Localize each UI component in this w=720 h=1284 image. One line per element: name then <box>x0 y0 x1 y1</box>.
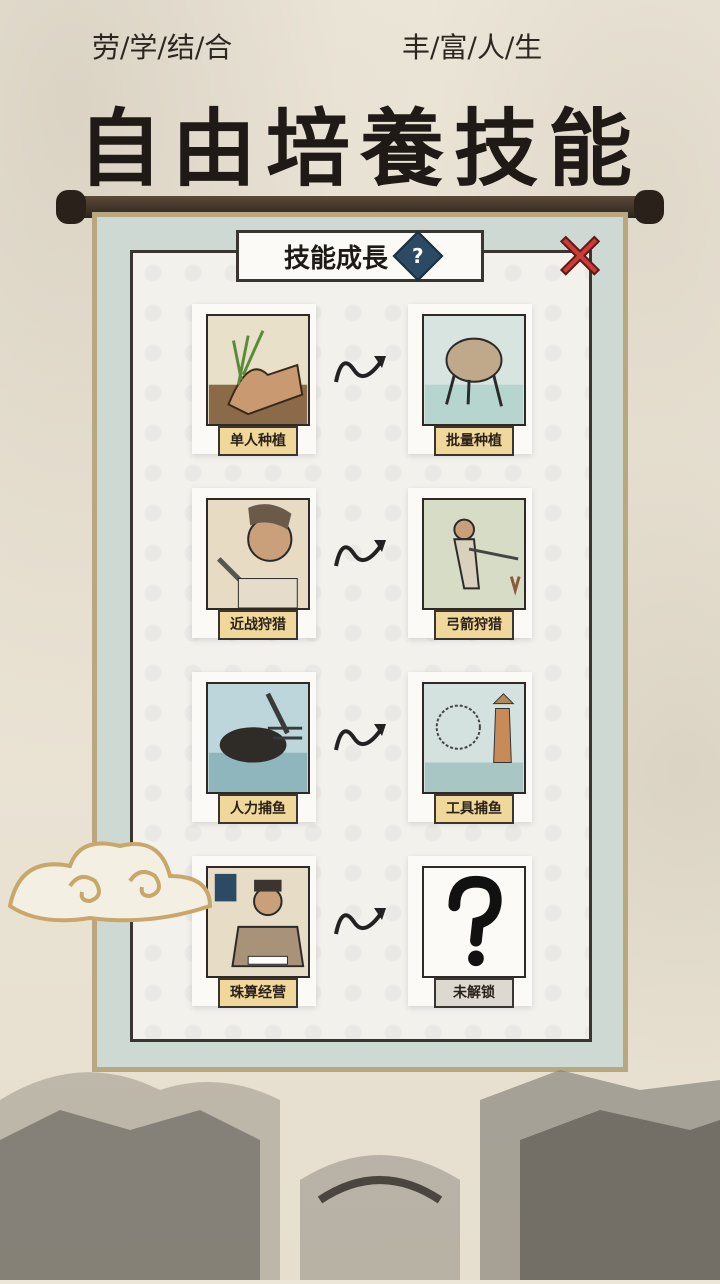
close-icon[interactable]: ✕ <box>552 225 608 291</box>
fish-catch-image <box>206 682 310 794</box>
skill-card-locked[interactable]: 未解锁 <box>408 856 532 1008</box>
skill-card-hunting-archery[interactable]: 弓箭狩猎 <box>408 488 532 640</box>
panel-title-tab: 技能成長 ? <box>236 230 484 282</box>
arrow-icon <box>332 346 392 390</box>
headline: 自由培養技能 <box>77 99 642 198</box>
skill-card-fishing-tool[interactable]: 工具捕鱼 <box>408 672 532 824</box>
archer-image <box>422 498 526 610</box>
skill-label: 近战狩猎 <box>218 610 298 640</box>
slogan: 劳/学/结/合 丰/富/人/生 <box>0 26 720 66</box>
slogan-left: 劳/学/结/合 <box>92 31 233 64</box>
skill-card-planting-batch[interactable]: 批量种植 <box>408 304 532 456</box>
skill-label: 工具捕鱼 <box>434 794 514 824</box>
skill-label: 弓箭狩猎 <box>434 610 514 640</box>
skill-card-hunting-melee[interactable]: 近战狩猎 <box>192 488 316 640</box>
skill-card-fishing-manual[interactable]: 人力捕鱼 <box>192 672 316 824</box>
rod-cap-left <box>56 190 86 224</box>
arrow-icon <box>332 714 392 758</box>
ink-village-scenery <box>0 1030 720 1280</box>
auspicious-cloud-decoration <box>0 826 220 936</box>
skill-label: 珠算经营 <box>218 978 298 1008</box>
hunter-knife-image <box>206 498 310 610</box>
slogan-right: 丰/富/人/生 <box>402 31 543 64</box>
scholar-image <box>206 866 310 978</box>
rod-cap-right <box>634 190 664 224</box>
panel-title: 技能成長 <box>283 243 388 274</box>
skill-label: 人力捕鱼 <box>218 794 298 824</box>
help-icon[interactable]: ? <box>392 230 444 282</box>
net-fishing-image <box>422 682 526 794</box>
arrow-icon <box>332 898 392 942</box>
skill-label: 单人种植 <box>218 426 298 456</box>
skill-label: 未解锁 <box>434 978 514 1008</box>
skill-card-planting-single[interactable]: 单人种植 <box>192 304 316 456</box>
planting-hand-image <box>206 314 310 426</box>
question-mark-icon <box>422 866 526 978</box>
arrow-icon <box>332 530 392 574</box>
skill-label: 批量种植 <box>434 426 514 456</box>
planting-field-image <box>422 314 526 426</box>
